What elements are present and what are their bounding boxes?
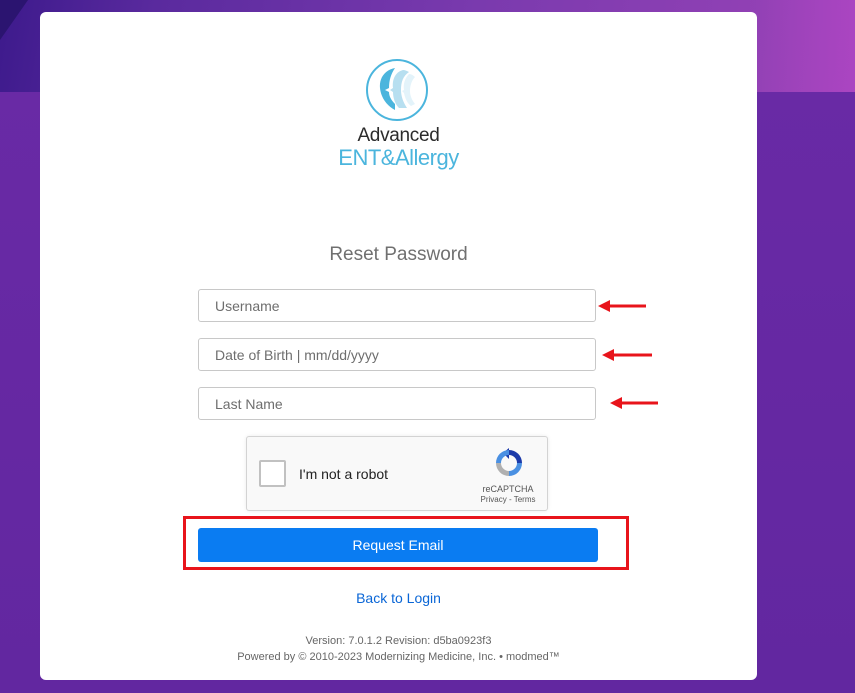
username-field[interactable] [198, 289, 596, 322]
background-shape [0, 0, 28, 40]
page-title: Reset Password [329, 244, 468, 265]
back-to-login-link[interactable]: Back to Login [40, 590, 757, 606]
arrow-left-icon [598, 300, 646, 312]
recaptcha-widget: I'm not a robot reCAPTCHA Privacy - Term… [246, 436, 548, 511]
recaptcha-icon [496, 448, 522, 476]
version-text: Version: 7.0.1.2 Revision: d5ba0923f3 [305, 635, 492, 647]
recaptcha-checkbox[interactable] [259, 460, 286, 487]
recaptcha-links[interactable]: Privacy - Terms [469, 495, 547, 504]
date-of-birth-field[interactable] [198, 338, 596, 371]
powered-by-text: Powered by © 2010-2023 Modernizing Medic… [237, 651, 560, 663]
request-email-button[interactable]: Request Email [198, 528, 598, 562]
brand-logo-icon [366, 59, 428, 121]
brand-name-line2: ENT&Allergy [338, 145, 459, 170]
recaptcha-brand: reCAPTCHA [482, 484, 534, 494]
background-glow [755, 0, 855, 92]
last-name-field[interactable] [198, 387, 596, 420]
reset-password-card: Advanced ENT&Allergy Reset Password I'm … [40, 12, 757, 680]
brand-name-line1: Advanced [357, 125, 440, 146]
arrow-left-icon [610, 397, 658, 409]
arrow-left-icon [602, 349, 652, 361]
recaptcha-label: I'm not a robot [299, 466, 389, 482]
